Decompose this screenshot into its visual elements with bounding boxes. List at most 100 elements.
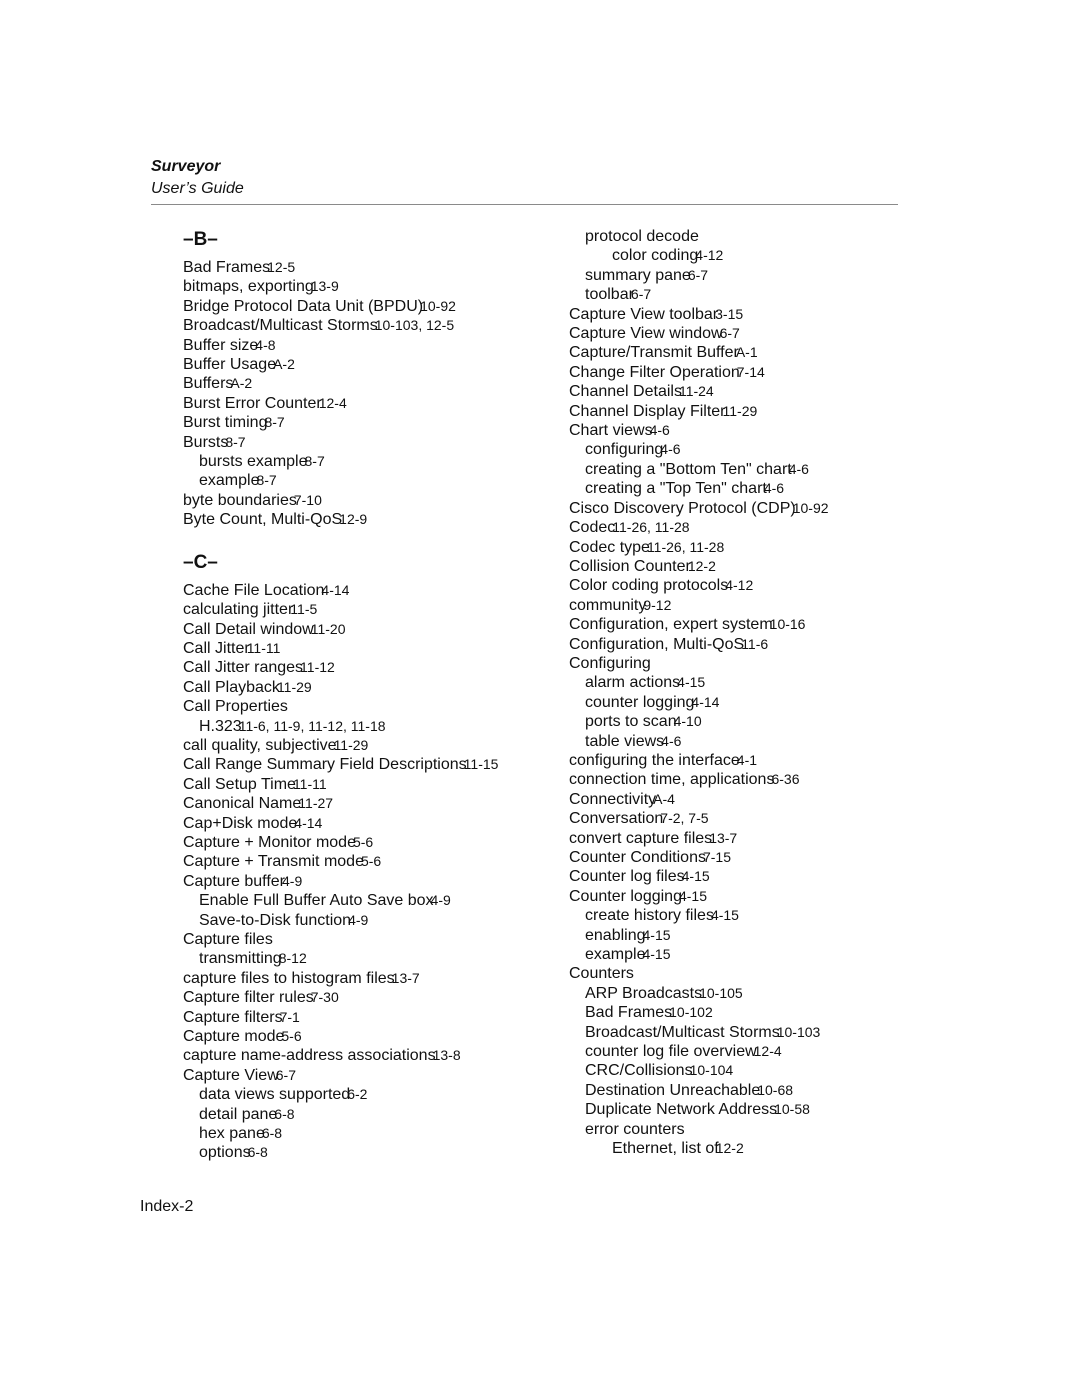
index-term: Change Filter Operation — [569, 363, 740, 381]
index-page-ref[interactable]: 10-92 — [420, 298, 456, 314]
index-page-ref[interactable]: 4-15 — [642, 946, 670, 962]
index-page-ref[interactable]: 4-14 — [294, 815, 322, 831]
index-entry: Capture View window6-7 — [569, 324, 829, 343]
index-page-ref[interactable]: 5-6 — [361, 853, 381, 869]
index-page-ref[interactable]: 4-6 — [764, 480, 784, 496]
index-page-ref[interactable]: 8-7 — [225, 434, 245, 450]
index-page-ref[interactable]: 5-6 — [281, 1028, 301, 1044]
index-page-ref[interactable]: 6-7 — [688, 267, 708, 283]
index-page-ref[interactable]: 4-15 — [679, 888, 707, 904]
index-page-ref[interactable]: 11-29 — [723, 403, 758, 419]
index-page-ref[interactable]: 4-6 — [661, 733, 681, 749]
index-page-ref[interactable]: 11-24 — [679, 383, 714, 399]
index-page-ref[interactable]: 10-16 — [770, 616, 806, 632]
index-page-ref[interactable]: 11-6 — [741, 636, 768, 652]
index-page-ref[interactable]: 10-105 — [699, 985, 743, 1001]
index-page-ref[interactable]: 12-2 — [716, 1140, 744, 1156]
index-page-ref[interactable]: 4-12 — [725, 577, 753, 593]
index-page-ref[interactable]: 7-14 — [737, 364, 765, 380]
index-page-ref[interactable]: 11-29 — [277, 679, 312, 695]
index-page-ref[interactable]: 4-14 — [691, 694, 719, 710]
index-page-ref[interactable]: A-2 — [230, 375, 252, 391]
index-term: bursts example — [199, 453, 308, 471]
index-page-ref[interactable]: 11-26, 11-28 — [647, 539, 724, 555]
index-term: detail pane — [199, 1105, 278, 1123]
index-page-ref[interactable]: 4-6 — [650, 422, 670, 438]
index-page-ref[interactable]: 11-12 — [300, 659, 335, 675]
index-page-ref[interactable]: 6-7 — [276, 1067, 296, 1083]
index-page-ref[interactable]: 6-2 — [347, 1086, 367, 1102]
index-page-ref[interactable]: 11-5 — [290, 601, 317, 617]
index-page-ref[interactable]: 4-15 — [711, 907, 739, 923]
index-term: toolbar — [585, 286, 634, 304]
index-page-ref[interactable]: 10-68 — [757, 1082, 793, 1098]
index-page-ref[interactable]: 4-9 — [282, 873, 302, 889]
index-page-ref[interactable]: 4-9 — [348, 912, 368, 928]
index-page-ref[interactable]: 13-8 — [433, 1047, 461, 1063]
index-page-ref[interactable]: 10-102 — [669, 1004, 713, 1020]
index-page-ref[interactable]: 4-15 — [643, 927, 671, 943]
index-term: summary pane — [585, 266, 691, 284]
index-page-ref[interactable]: 4-9 — [431, 892, 451, 908]
index-page-ref[interactable]: 11-11 — [247, 640, 281, 656]
index-page-ref[interactable]: 13-9 — [311, 278, 339, 294]
index-page-ref[interactable]: 7-15 — [703, 849, 731, 865]
index-page-ref[interactable]: 4-6 — [660, 441, 680, 457]
index-page-ref[interactable]: A-4 — [653, 791, 675, 807]
index-page-ref[interactable]: 7-1 — [280, 1009, 300, 1025]
index-page-ref[interactable]: 10-103 — [777, 1024, 821, 1040]
index-term: Capture files — [183, 931, 273, 948]
index-page-ref[interactable]: 11-29 — [334, 737, 369, 753]
index-term: Destination Unreachable — [585, 1081, 761, 1099]
index-page-ref[interactable]: 12-4 — [754, 1043, 782, 1059]
index-entry: Capture + Transmit mode5-6 — [183, 852, 498, 871]
index-page-ref[interactable]: 7-30 — [311, 989, 339, 1005]
index-page-ref[interactable]: 6-8 — [262, 1125, 282, 1141]
index-page-ref[interactable]: 11-20 — [311, 621, 346, 637]
index-page-ref[interactable]: 4-14 — [321, 582, 349, 598]
index-term: Codec — [569, 519, 616, 537]
index-page-ref[interactable]: 4-1 — [737, 752, 757, 768]
index-page-ref[interactable]: A-1 — [736, 344, 758, 360]
index-page-ref[interactable]: 10-58 — [774, 1101, 810, 1117]
index-page-ref[interactable]: 7-10 — [294, 492, 322, 508]
index-page-ref[interactable]: 8-7 — [305, 453, 325, 469]
index-entry: calculating jitter11-5 — [183, 600, 498, 619]
index-page-ref[interactable]: 6-7 — [631, 286, 651, 302]
index-page-ref[interactable]: 13-7 — [392, 970, 420, 986]
index-page-ref[interactable]: 12-9 — [339, 511, 367, 527]
index-page-ref[interactable]: 4-8 — [255, 337, 275, 353]
index-page-ref[interactable]: 4-15 — [682, 868, 710, 884]
index-page-ref[interactable]: 8-7 — [264, 414, 284, 430]
index-entry: Call Range Summary Field Descriptions11-… — [183, 755, 498, 774]
index-page-ref[interactable]: 9-12 — [643, 597, 671, 613]
index-page-ref[interactable]: 4-15 — [677, 674, 705, 690]
index-page-ref[interactable]: 13-7 — [709, 830, 737, 846]
index-term: Broadcast/Multicast Storms — [183, 317, 378, 335]
index-page-ref[interactable]: 12-4 — [319, 395, 347, 411]
index-page-ref[interactable]: 11-27 — [298, 795, 333, 811]
index-page-ref[interactable]: 8-7 — [256, 472, 276, 488]
index-page-ref[interactable]: 7-2, 7-5 — [660, 810, 708, 826]
index-page-ref[interactable]: A-2 — [273, 356, 295, 372]
index-page-ref[interactable]: 6-8 — [274, 1106, 294, 1122]
index-page-ref[interactable]: 8-12 — [279, 950, 307, 966]
index-page-ref[interactable]: 10-104 — [690, 1062, 734, 1078]
index-page-ref[interactable]: 12-5 — [267, 259, 295, 275]
index-page-ref[interactable]: 11-6, 11-9, 11-12, 11-18 — [239, 718, 386, 734]
index-page-ref[interactable]: 4-12 — [695, 247, 723, 263]
index-page-ref[interactable]: 11-11 — [293, 776, 327, 792]
index-page-ref[interactable]: 6-36 — [771, 771, 799, 787]
index-page-ref[interactable]: 3-15 — [715, 306, 743, 322]
index-page-ref[interactable]: 11-26, 11-28 — [612, 519, 689, 535]
index-page-ref[interactable]: 10-92 — [793, 500, 829, 516]
index-page-ref[interactable]: 6-7 — [720, 325, 740, 341]
index-page-ref[interactable]: 4-10 — [674, 713, 702, 729]
index-page-ref[interactable]: 10-103, 12-5 — [375, 317, 454, 333]
index-page-ref[interactable]: 12-2 — [688, 558, 716, 574]
index-page-ref[interactable]: 11-15 — [464, 756, 499, 772]
index-page-ref[interactable]: 5-6 — [353, 834, 373, 850]
index-term: hex pane — [199, 1125, 265, 1143]
index-page-ref[interactable]: 4-6 — [789, 461, 809, 477]
index-page-ref[interactable]: 6-8 — [248, 1144, 268, 1160]
